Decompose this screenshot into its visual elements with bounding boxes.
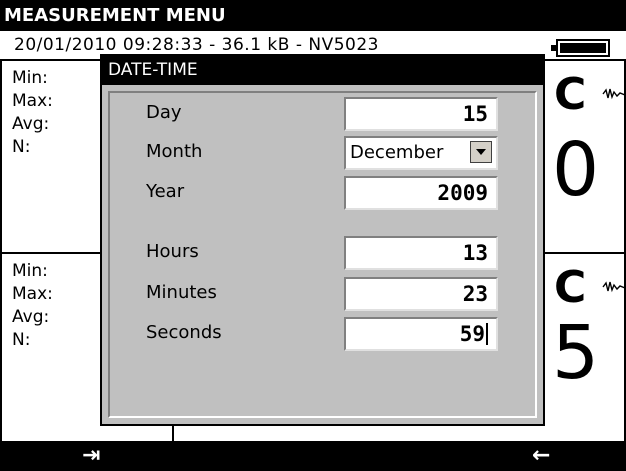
- year-label: Year: [146, 181, 185, 202]
- hours-label: Hours: [146, 241, 199, 262]
- stat-n-label: N:: [12, 137, 31, 157]
- hours-field[interactable]: 13: [344, 236, 498, 270]
- dialog-title: DATE-TIME: [102, 56, 543, 85]
- stat-min-label: Min:: [12, 261, 48, 281]
- seconds-label: Seconds: [146, 322, 222, 343]
- tab-softkey-icon[interactable]: ⇥: [82, 443, 100, 469]
- stat-max-label: Max:: [12, 284, 53, 304]
- battery-icon: [551, 39, 610, 57]
- unit-label: C: [554, 69, 587, 120]
- unit-label: C: [554, 262, 587, 313]
- day-field[interactable]: 15: [344, 97, 498, 131]
- measurement-value: 0: [552, 127, 600, 213]
- minutes-field[interactable]: 23: [344, 277, 498, 311]
- stat-max-label: Max:: [12, 91, 53, 111]
- back-softkey-icon[interactable]: ←: [532, 443, 550, 469]
- month-label: Month: [146, 141, 203, 162]
- minutes-label: Minutes: [146, 282, 217, 303]
- stat-min-label: Min:: [12, 68, 48, 88]
- wave-icon: [602, 280, 626, 298]
- status-datetime: 20/01/2010 09:28:33 - 36.1 kB - NV5023: [14, 35, 379, 55]
- date-time-dialog: DATE-TIME Day 15 Month December Year 200…: [100, 54, 545, 426]
- stats-list: Min: Max: Avg: N:: [12, 67, 53, 159]
- chevron-down-icon[interactable]: [470, 141, 492, 163]
- measurement-value: 5: [552, 310, 600, 396]
- stat-n-label: N:: [12, 330, 31, 350]
- seconds-field[interactable]: 59: [344, 317, 498, 351]
- month-select[interactable]: December: [344, 136, 498, 170]
- seconds-value: 59: [459, 322, 485, 346]
- day-label: Day: [146, 102, 182, 123]
- text-caret: [486, 323, 488, 345]
- window-title: MEASUREMENT MENU: [0, 0, 626, 31]
- year-field[interactable]: 2009: [344, 176, 498, 210]
- month-value: December: [350, 142, 444, 163]
- stat-avg-label: Avg:: [12, 114, 50, 134]
- stat-avg-label: Avg:: [12, 307, 50, 327]
- stats-list: Min: Max: Avg: N:: [12, 260, 53, 352]
- softkey-bar: ⇥ ←: [0, 441, 626, 471]
- wave-icon: [602, 87, 626, 105]
